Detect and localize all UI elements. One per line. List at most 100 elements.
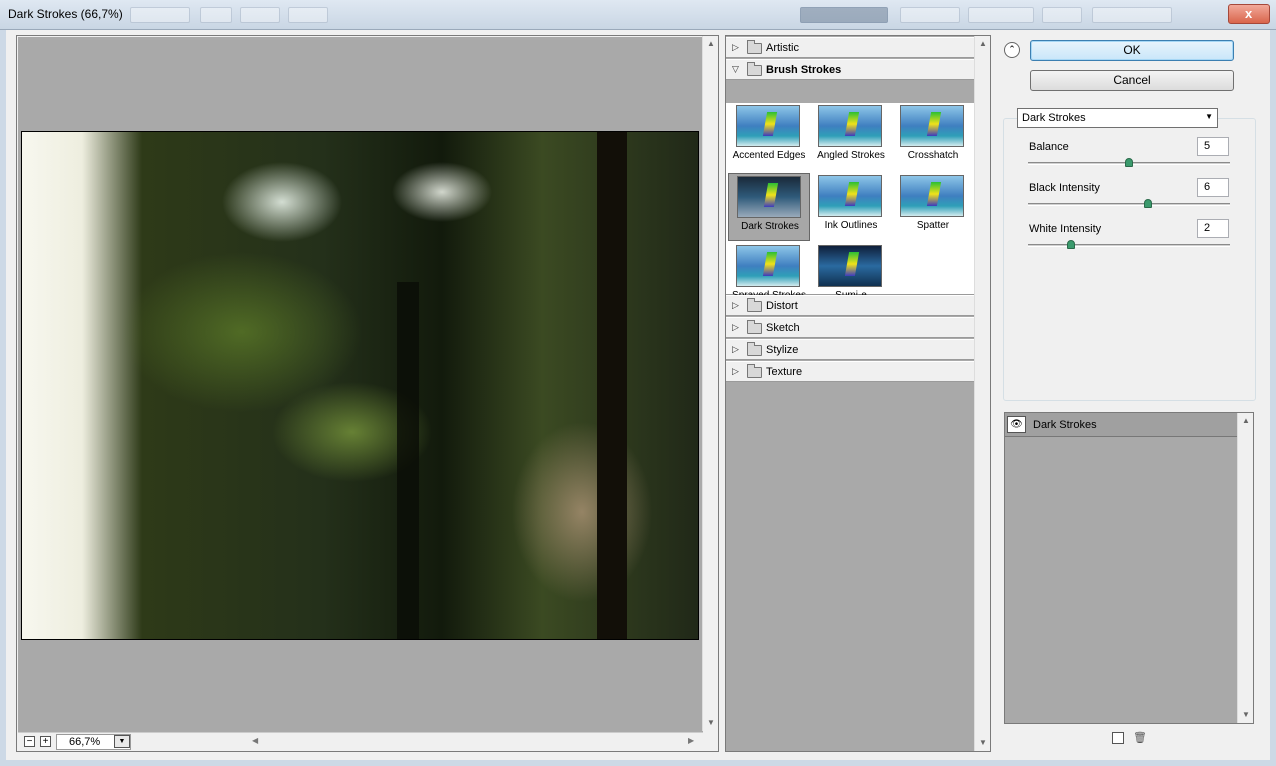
zoom-value: 66,7% xyxy=(69,736,101,748)
category-texture[interactable]: ▷ Texture xyxy=(726,361,974,382)
preview-horizontal-scrollbar[interactable]: ◀ ▶ xyxy=(250,733,703,751)
black-intensity-label: Black Intensity xyxy=(1029,182,1100,194)
collapse-arrow-icon: ▽ xyxy=(732,64,739,74)
background-search xyxy=(1092,7,1172,23)
black-intensity-input[interactable]: 6 xyxy=(1197,178,1229,197)
scroll-up-icon[interactable]: ▲ xyxy=(1242,416,1250,425)
background-workspace xyxy=(968,7,1034,23)
folder-open-icon xyxy=(747,62,762,76)
scroll-down-icon[interactable]: ▼ xyxy=(1242,710,1250,719)
filter-caption: Spatter xyxy=(916,220,950,231)
filter-crosshatch[interactable]: Crosshatch xyxy=(892,103,974,171)
white-intensity-input[interactable]: 2 xyxy=(1197,219,1229,238)
filter-caption: Ink Outlines xyxy=(824,220,878,231)
effect-layers-panel: 👁 Dark Strokes ▲ ▼ xyxy=(1004,412,1254,724)
zoom-out-button[interactable]: − xyxy=(24,736,35,747)
filter-spatter[interactable]: Spatter xyxy=(892,173,974,241)
filter-thumbnail xyxy=(900,105,964,147)
scroll-up-icon[interactable]: ▲ xyxy=(979,39,987,48)
title-bar: Dark Strokes (66,7%) xyxy=(0,0,1276,30)
background-workspace xyxy=(900,7,960,23)
white-intensity-slider[interactable] xyxy=(1028,244,1230,247)
folder-icon xyxy=(747,40,762,54)
filter-thumbnail xyxy=(736,105,800,147)
folder-icon xyxy=(747,364,762,378)
category-brush-strokes[interactable]: ▽ Brush Strokes xyxy=(726,59,974,80)
zoom-dropdown-icon[interactable]: ▼ xyxy=(114,735,130,748)
category-distort[interactable]: ▷ Distort xyxy=(726,295,974,316)
filter-ink-outlines[interactable]: Ink Outlines xyxy=(810,173,892,241)
filter-list-panel: ▷ Artistic ▽ Brush Strokes Accented Edge… xyxy=(725,35,991,752)
balance-slider-handle[interactable] xyxy=(1125,158,1133,167)
scroll-up-icon[interactable]: ▲ xyxy=(707,39,715,48)
balance-input[interactable]: 5 xyxy=(1197,137,1229,156)
category-artistic[interactable]: ▷ Artistic xyxy=(726,37,974,58)
effect-layer-name: Dark Strokes xyxy=(1033,419,1097,431)
category-label: Stylize xyxy=(766,344,799,356)
filter-select-value: Dark Strokes xyxy=(1022,112,1086,124)
layers-scrollbar[interactable]: ▲ ▼ xyxy=(1237,413,1253,723)
filter-gallery-dialog: ▲ ▼ − + 66,7% ▼ ◀ ▶ ▷ Artistic ▽ Brush S… xyxy=(6,30,1270,760)
balance-label: Balance xyxy=(1029,141,1069,153)
filter-thumbnail xyxy=(818,245,882,287)
filter-thumbnail xyxy=(900,175,964,217)
black-intensity-slider-handle[interactable] xyxy=(1144,199,1153,208)
chevron-up-icon[interactable]: ⌃ xyxy=(1004,42,1020,58)
expand-arrow-icon: ▷ xyxy=(732,322,739,332)
effect-layer-row[interactable]: 👁 Dark Strokes xyxy=(1005,413,1237,437)
new-layer-icon[interactable] xyxy=(1112,732,1124,744)
background-workspace xyxy=(1042,7,1082,23)
category-label: Distort xyxy=(766,300,798,312)
filter-accented-edges[interactable]: Accented Edges xyxy=(728,103,810,171)
category-label: Brush Strokes xyxy=(766,64,842,76)
cancel-button[interactable]: Cancel xyxy=(1030,70,1234,91)
scroll-down-icon[interactable]: ▼ xyxy=(979,738,987,747)
expand-arrow-icon: ▷ xyxy=(732,344,739,354)
trash-icon[interactable]: 🗑 xyxy=(1133,732,1147,744)
filter-thumbnail xyxy=(818,105,882,147)
filter-select[interactable]: Dark Strokes ▼ xyxy=(1017,108,1218,128)
window-close-button[interactable] xyxy=(1228,4,1270,24)
white-intensity-slider-handle[interactable] xyxy=(1066,240,1075,249)
filter-caption: Accented Edges xyxy=(732,150,806,161)
background-toolbar xyxy=(240,7,280,23)
scroll-right-icon[interactable]: ▶ xyxy=(688,736,694,745)
scroll-down-icon[interactable]: ▼ xyxy=(707,718,715,727)
scroll-left-icon[interactable]: ◀ xyxy=(252,736,258,745)
filter-caption: Angled Strokes xyxy=(817,150,885,161)
filter-thumbnail xyxy=(736,245,800,287)
folder-icon xyxy=(747,320,762,334)
category-sketch[interactable]: ▷ Sketch xyxy=(726,317,974,338)
chevron-down-icon: ▼ xyxy=(1205,112,1213,121)
preview-image xyxy=(21,131,699,640)
category-label: Texture xyxy=(766,366,803,378)
window-title: Dark Strokes (66,7%) xyxy=(8,7,123,21)
expand-arrow-icon: ▷ xyxy=(732,42,739,52)
category-label: Sketch xyxy=(766,322,800,334)
white-intensity-label: White Intensity xyxy=(1029,223,1102,235)
category-stylize[interactable]: ▷ Stylize xyxy=(726,339,974,360)
filter-thumbnail xyxy=(818,175,882,217)
ok-button[interactable]: OK xyxy=(1030,40,1234,61)
filter-thumbnail xyxy=(737,176,801,218)
black-intensity-slider[interactable] xyxy=(1028,203,1230,206)
preview-canvas[interactable] xyxy=(18,37,703,732)
filter-caption: Dark Strokes xyxy=(741,221,799,232)
filter-angled-strokes[interactable]: Angled Strokes xyxy=(810,103,892,171)
background-workspace xyxy=(800,7,888,23)
eye-icon[interactable]: 👁 xyxy=(1007,416,1026,433)
zoom-in-button[interactable]: + xyxy=(40,736,51,747)
background-toolbar xyxy=(200,7,232,23)
filter-list-scrollbar[interactable]: ▲ ▼ xyxy=(974,36,990,751)
preview-vertical-scrollbar[interactable]: ▲ ▼ xyxy=(702,36,718,731)
preview-panel: ▲ ▼ − + 66,7% ▼ ◀ ▶ xyxy=(16,35,719,752)
expand-arrow-icon: ▷ xyxy=(732,300,739,310)
folder-icon xyxy=(747,298,762,312)
image-tree-trunk xyxy=(397,282,419,639)
expand-arrow-icon: ▷ xyxy=(732,366,739,376)
filter-dark-strokes[interactable]: Dark Strokes xyxy=(728,173,810,241)
category-label: Artistic xyxy=(766,42,799,54)
filter-caption: Crosshatch xyxy=(907,150,959,161)
background-toolbar xyxy=(288,7,328,23)
image-tree-trunk xyxy=(597,132,627,639)
